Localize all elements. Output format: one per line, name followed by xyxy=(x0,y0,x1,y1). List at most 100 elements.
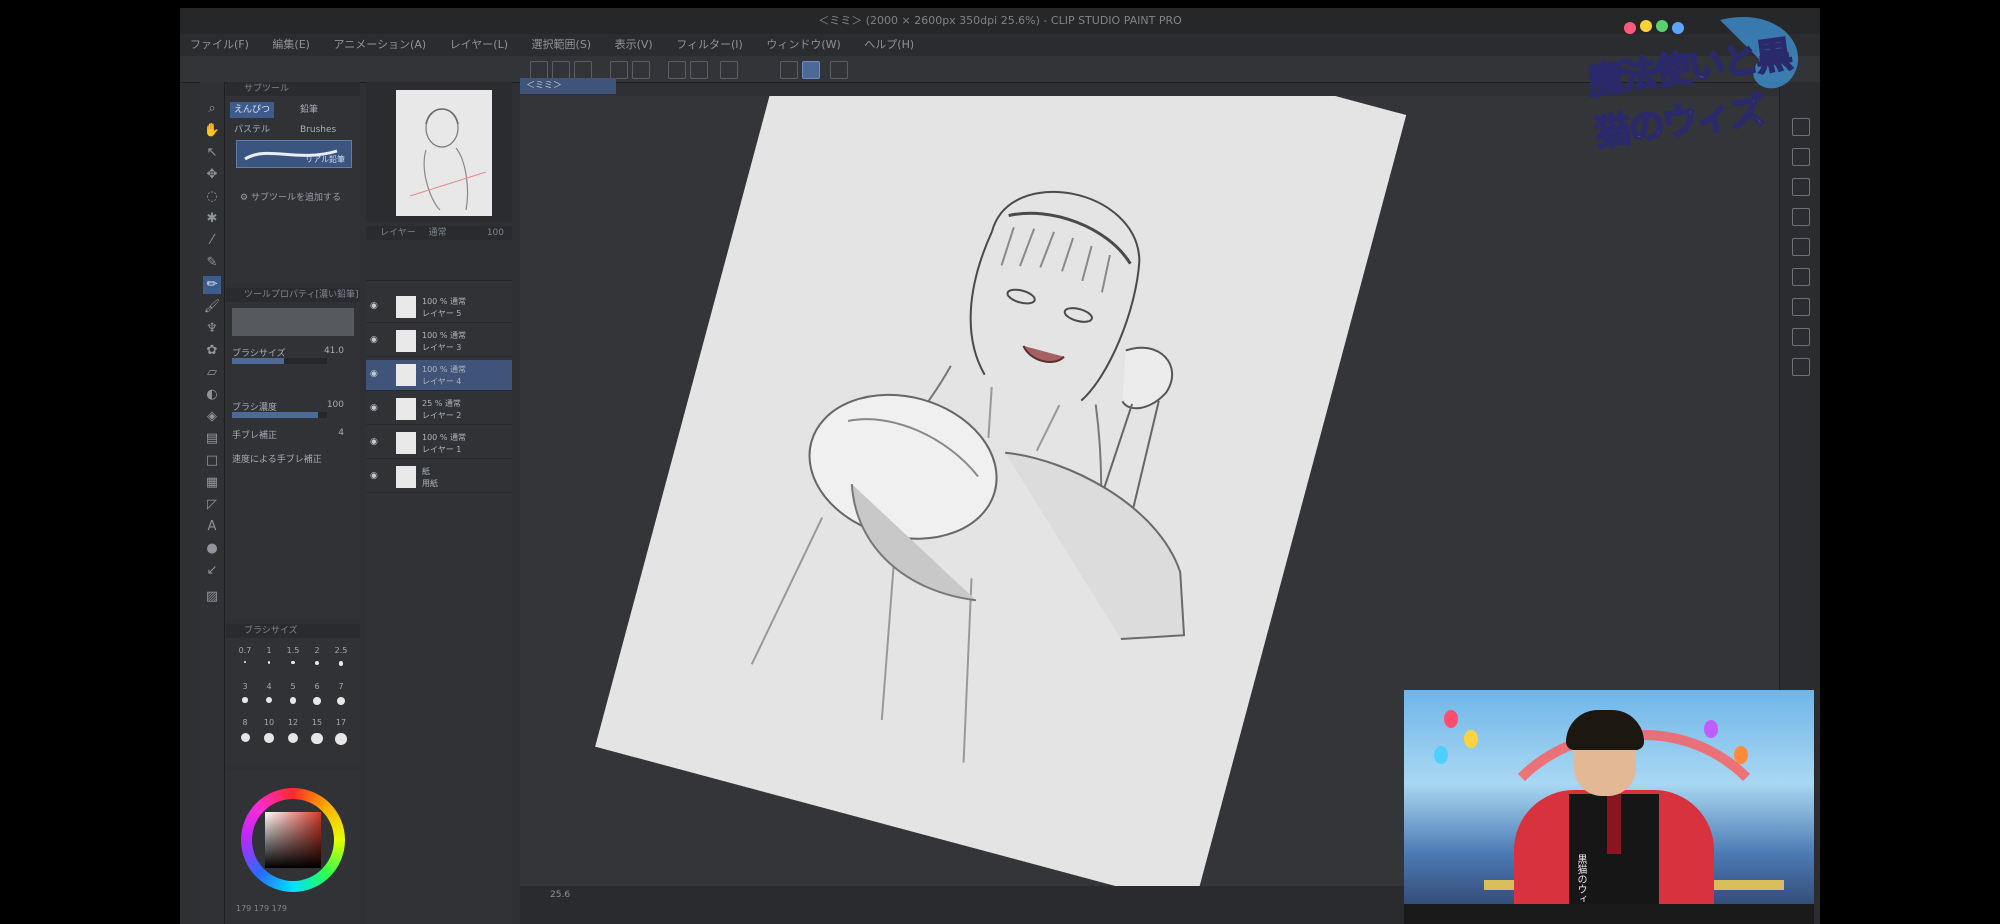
brush-size-preset[interactable]: 4 xyxy=(258,682,280,704)
zoom-value[interactable]: 25.6 xyxy=(550,890,570,900)
eraser-icon[interactable]: ▱ xyxy=(203,364,221,382)
menu-view[interactable]: 表示(V) xyxy=(605,34,663,56)
menu-animation[interactable]: アニメーション(A) xyxy=(323,34,436,56)
document-tab[interactable]: ＜ミミ＞ xyxy=(520,78,616,94)
dock-icon-6[interactable] xyxy=(1792,268,1810,286)
brush-size-preset[interactable]: 15 xyxy=(306,718,328,745)
eye-icon[interactable]: ◉ xyxy=(370,403,380,413)
dock-icon-3[interactable] xyxy=(1792,178,1810,196)
undo-icon[interactable] xyxy=(610,61,628,79)
figure-icon[interactable]: □ xyxy=(203,452,221,470)
open-file-icon[interactable] xyxy=(552,61,570,79)
operation-tool-icon[interactable]: ↖ xyxy=(203,144,221,162)
eyedropper-icon[interactable]: ⁄ xyxy=(203,232,221,250)
subtool-tab-2[interactable]: パステル xyxy=(230,122,274,138)
menu-selection[interactable]: 選択範囲(S) xyxy=(522,34,602,56)
text-tool-icon[interactable]: A xyxy=(203,518,221,536)
brush-size-preset[interactable]: 1.5 xyxy=(282,646,304,665)
layer-row[interactable]: ◉ 100 % 通常 レイヤー 4 xyxy=(366,360,512,391)
speed-stabilization-row[interactable]: 速度による手ブレ補正 xyxy=(232,452,354,465)
pencil-icon[interactable]: ✏ xyxy=(203,276,221,294)
snap-active-icon[interactable] xyxy=(802,61,820,79)
add-subtool-button[interactable]: ⚙ サブツールを追加する xyxy=(240,190,341,203)
dock-icon-9[interactable] xyxy=(1792,358,1810,376)
brush-size-preset[interactable]: 1 xyxy=(258,646,280,664)
brush-size-preset[interactable]: 6 xyxy=(306,682,328,705)
zoom-tool-icon[interactable]: ⌕ xyxy=(203,100,221,118)
subtool-tab-3[interactable]: Brushes xyxy=(296,122,340,138)
dock-icon-8[interactable] xyxy=(1792,328,1810,346)
snap-ruler-icon[interactable] xyxy=(780,61,798,79)
eye-icon[interactable]: ◉ xyxy=(370,335,380,345)
brush-size-preset[interactable]: 3 xyxy=(234,682,256,703)
brush-size-preset[interactable]: 10 xyxy=(258,718,280,743)
menu-edit[interactable]: 編集(E) xyxy=(262,34,320,56)
menu-layer[interactable]: レイヤー(L) xyxy=(440,34,518,56)
dock-icon-4[interactable] xyxy=(1792,208,1810,226)
airbrush-icon[interactable]: ♆ xyxy=(203,320,221,338)
navigator-thumbnail[interactable] xyxy=(396,90,492,216)
fill-bucket-icon[interactable]: ◈ xyxy=(203,408,221,426)
save-icon[interactable] xyxy=(574,61,592,79)
brush-size-preset[interactable]: 17 xyxy=(330,718,352,745)
brush-size-preset[interactable]: 0.7 xyxy=(234,646,256,663)
opacity-row[interactable]: ブラシ濃度 100 xyxy=(232,400,354,418)
layer-row[interactable]: ◉ 100 % 通常 レイヤー 3 xyxy=(366,326,512,357)
brush-size-row[interactable]: ブラシサイズ 41.0 xyxy=(232,346,354,364)
gear-icon: ⚙ xyxy=(240,193,251,203)
eye-icon[interactable]: ◉ xyxy=(370,471,380,481)
layer-row[interactable]: ◉ 紙用紙 xyxy=(366,462,512,493)
balloon-icon[interactable]: ● xyxy=(203,540,221,558)
menu-help[interactable]: ヘルプ(H) xyxy=(854,34,924,56)
menu-file[interactable]: ファイル(F) xyxy=(180,34,259,56)
layer-opacity-value[interactable]: 100 xyxy=(487,226,504,240)
color-wheel[interactable] xyxy=(241,788,345,892)
dock-icon-7[interactable] xyxy=(1792,298,1810,316)
brush-size-preset[interactable]: 7 xyxy=(330,682,352,706)
eye-icon[interactable]: ◉ xyxy=(370,437,380,447)
gradient-icon[interactable]: ▤ xyxy=(203,430,221,448)
dock-icon-5[interactable] xyxy=(1792,238,1810,256)
layer-row[interactable]: ◉ 100 % 通常 レイヤー 1 xyxy=(366,428,512,459)
move-layer-icon[interactable]: ✥ xyxy=(203,166,221,184)
subtool-tab-0[interactable]: えんぴつ xyxy=(230,102,275,118)
frame-icon[interactable]: ▦ xyxy=(203,474,221,492)
ruler-icon[interactable]: ◸ xyxy=(203,496,221,514)
layer-row[interactable]: ◉ 25 % 通常 レイヤー 2 xyxy=(366,394,512,425)
saturation-square[interactable] xyxy=(265,812,321,868)
blend-mode-select[interactable]: 通常 xyxy=(429,228,447,238)
brush-size-preset[interactable]: 12 xyxy=(282,718,304,744)
brush-size-preset[interactable]: 5 xyxy=(282,682,304,704)
hand-tool-icon[interactable]: ✋ xyxy=(203,122,221,140)
eye-icon[interactable]: ◉ xyxy=(370,301,380,311)
opacity-slider[interactable] xyxy=(232,412,327,418)
brush-size-preset[interactable]: 8 xyxy=(234,718,256,742)
snap-grid-icon[interactable] xyxy=(830,61,848,79)
desk xyxy=(1404,904,1814,924)
selected-brush[interactable]: リアル鉛筆 xyxy=(236,140,352,168)
transform-icon[interactable] xyxy=(720,61,738,79)
redo-icon[interactable] xyxy=(632,61,650,79)
thumbnail-sketch-icon xyxy=(409,108,487,211)
subtool-tab-1[interactable]: 鉛筆 xyxy=(296,102,322,118)
color-swatch-icon[interactable]: ▨ xyxy=(203,588,221,606)
menu-window[interactable]: ウィンドウ(W) xyxy=(756,34,850,56)
blend-icon[interactable]: ◐ xyxy=(203,386,221,404)
brush-size-preset[interactable]: 2 xyxy=(306,646,328,666)
magic-wand-icon[interactable]: ✱ xyxy=(203,210,221,228)
dock-icon-2[interactable] xyxy=(1792,148,1810,166)
stabilization-row[interactable]: 手ブレ補正 4 xyxy=(232,428,354,441)
pen-icon[interactable]: ✎ xyxy=(203,254,221,272)
menu-filter[interactable]: フィルター(I) xyxy=(666,34,753,56)
brush-icon[interactable]: 🖌 xyxy=(203,298,221,316)
clear-icon[interactable] xyxy=(668,61,686,79)
correct-line-icon[interactable]: ↙ xyxy=(203,562,221,580)
lasso-icon[interactable]: ◌ xyxy=(203,188,221,206)
eye-icon[interactable]: ◉ xyxy=(370,369,380,379)
layer-row[interactable]: ◉ 100 % 通常 レイヤー 5 xyxy=(366,292,512,323)
decoration-icon[interactable]: ✿ xyxy=(203,342,221,360)
fill-icon[interactable] xyxy=(690,61,708,79)
new-file-icon[interactable] xyxy=(530,61,548,79)
brush-size-slider[interactable] xyxy=(232,358,327,364)
brush-size-preset[interactable]: 2.5 xyxy=(330,646,352,666)
